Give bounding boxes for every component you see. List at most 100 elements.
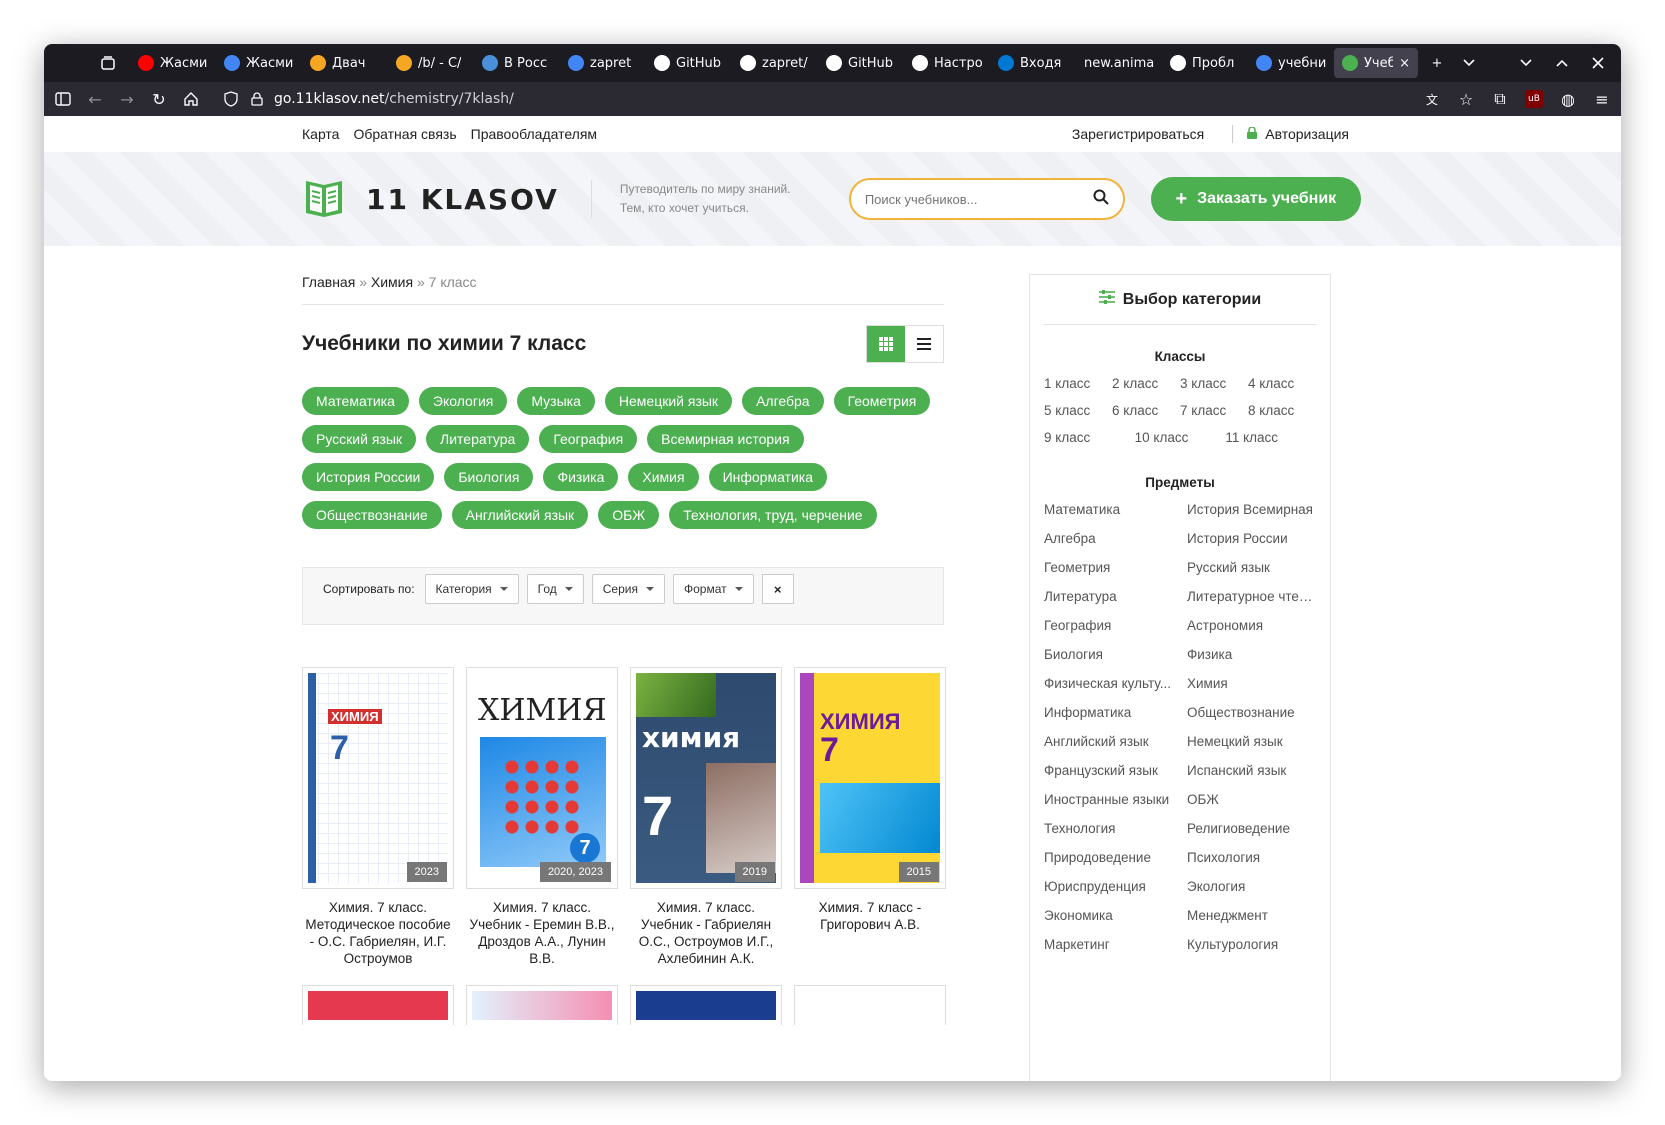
book-cover[interactable]: ХИМИЯ 7 2023 <box>302 667 454 889</box>
sort-format-dropdown[interactable]: Формат <box>672 574 754 604</box>
subject-tag[interactable]: Английский язык <box>451 501 589 529</box>
breadcrumb-home[interactable]: Главная <box>302 274 355 290</box>
subject-link[interactable]: Немецкий язык <box>1187 734 1317 749</box>
subject-tag[interactable]: Информатика <box>708 463 828 491</box>
subject-link[interactable]: Физика <box>1187 647 1317 662</box>
book-title[interactable]: Химия. 7 класс. Учебник - Габриелян О.С.… <box>630 899 782 967</box>
subject-link[interactable]: Русский язык <box>1187 560 1317 575</box>
globe-icon[interactable]: ◍ <box>1559 90 1577 109</box>
translate-icon[interactable]: 文 <box>1423 90 1441 108</box>
subject-link[interactable]: Юриспруденция <box>1044 879 1187 894</box>
book-cover[interactable]: ХИМИЯ 7 2020, 2023 <box>466 667 618 889</box>
subject-tag[interactable]: Геометрия <box>833 387 931 415</box>
class-link[interactable]: 1 класс <box>1044 376 1112 391</box>
book-card[interactable]: химия 7 2019 Химия. 7 класс. Учебник - Г… <box>630 667 782 967</box>
browser-tab[interactable]: GitHub <box>646 48 732 78</box>
class-link[interactable]: 3 класс <box>1180 376 1248 391</box>
sort-category-dropdown[interactable]: Категория <box>424 574 519 604</box>
subject-link[interactable]: Культурология <box>1187 937 1317 952</box>
sort-series-dropdown[interactable]: Серия <box>591 574 665 604</box>
menu-icon[interactable]: ≡ <box>1593 90 1611 109</box>
close-window-icon[interactable] <box>1589 54 1607 72</box>
subject-link[interactable]: Литературное чтен... <box>1187 589 1317 604</box>
subject-link[interactable]: Информатика <box>1044 705 1187 720</box>
subject-link[interactable]: Маркетинг <box>1044 937 1187 952</box>
subject-link[interactable]: Экономика <box>1044 908 1187 923</box>
forward-icon[interactable]: → <box>118 90 136 109</box>
book-title[interactable]: Химия. 7 класс. Методическое пособие - О… <box>302 899 454 967</box>
class-link[interactable]: 8 класс <box>1248 403 1316 418</box>
subject-link[interactable]: Литература <box>1044 589 1187 604</box>
site-logo[interactable]: 11 KLASOV <box>302 175 559 224</box>
browser-tab[interactable]: Жасми <box>216 48 302 78</box>
browser-tab[interactable]: Двач <box>302 48 388 78</box>
book-card[interactable]: ХИМИЯ 7 2020, 2023 Химия. 7 класс. Учебн… <box>466 667 618 967</box>
nav-link-rights[interactable]: Правообладателям <box>471 126 597 142</box>
subject-tag[interactable]: Литература <box>426 425 530 453</box>
clear-filters-button[interactable]: × <box>761 574 794 604</box>
class-link[interactable]: 2 класс <box>1112 376 1180 391</box>
maximize-icon[interactable] <box>1553 54 1571 72</box>
book-card[interactable]: ХИМИЯ 7 2015 Химия. 7 класс - Григорович… <box>794 667 946 967</box>
subject-tag[interactable]: Русский язык <box>302 425 417 453</box>
sidebar-toggle-icon[interactable] <box>54 90 72 108</box>
subject-tag[interactable]: География <box>539 425 638 453</box>
subject-tag[interactable]: Обществознание <box>302 501 442 529</box>
subject-tag[interactable]: Биология <box>444 463 534 491</box>
subject-link[interactable]: Экология <box>1187 879 1317 894</box>
subject-tag[interactable]: Немецкий язык <box>604 387 733 415</box>
subject-link[interactable]: История России <box>1187 531 1317 546</box>
subject-link[interactable]: Религиоведение <box>1187 821 1317 836</box>
book-card[interactable] <box>466 985 618 1025</box>
back-icon[interactable]: ← <box>86 90 104 109</box>
list-view-button[interactable] <box>905 326 943 362</box>
browser-tab[interactable]: GitHub <box>818 48 904 78</box>
subject-link[interactable]: ОБЖ <box>1187 792 1317 807</box>
minimize-icon[interactable] <box>1517 54 1535 72</box>
browser-tab[interactable]: /b/ - С/ <box>388 48 474 78</box>
subject-tag[interactable]: Экология <box>418 387 508 415</box>
sort-year-dropdown[interactable]: Год <box>526 574 584 604</box>
new-tab-icon[interactable]: + <box>1428 54 1446 72</box>
subject-link[interactable]: География <box>1044 618 1187 633</box>
browser-tab[interactable]: Пробл <box>1162 48 1248 78</box>
class-link[interactable]: 6 класс <box>1112 403 1180 418</box>
reload-icon[interactable]: ↻ <box>150 90 168 109</box>
browser-tab[interactable]: new.anima <box>1076 48 1162 78</box>
class-link[interactable]: 4 класс <box>1248 376 1316 391</box>
subject-link[interactable]: Испанский язык <box>1187 763 1317 778</box>
subject-link[interactable]: Иностранные языки <box>1044 792 1187 807</box>
subject-link[interactable]: Французский язык <box>1044 763 1187 778</box>
subject-link[interactable]: Алгебра <box>1044 531 1187 546</box>
subject-link[interactable]: Технология <box>1044 821 1187 836</box>
subject-tag[interactable]: Математика <box>302 387 409 415</box>
subject-link[interactable]: Физическая культу... <box>1044 676 1187 691</box>
search-icon[interactable] <box>1093 189 1109 210</box>
url-bar[interactable]: go.11klasov.net/chemistry/7klash/ <box>214 85 1409 113</box>
class-link[interactable]: 11 класс <box>1225 430 1316 445</box>
subject-link[interactable]: Астрономия <box>1187 618 1317 633</box>
close-tab-icon[interactable]: × <box>1399 56 1410 71</box>
register-link[interactable]: Зарегистрироваться <box>1072 126 1204 142</box>
subject-link[interactable]: Биология <box>1044 647 1187 662</box>
subject-tag[interactable]: Музыка <box>517 387 595 415</box>
browser-tab[interactable]: В Росс <box>474 48 560 78</box>
subject-link[interactable]: Психология <box>1187 850 1317 865</box>
subject-link[interactable]: Английский язык <box>1044 734 1187 749</box>
book-cover[interactable] <box>794 985 946 1025</box>
book-card[interactable] <box>302 985 454 1025</box>
subject-tag[interactable]: Химия <box>628 463 699 491</box>
subject-tag[interactable]: Физика <box>543 463 619 491</box>
book-card[interactable] <box>630 985 782 1025</box>
subject-link[interactable]: Менеджмент <box>1187 908 1317 923</box>
book-card[interactable]: ХИМИЯ 7 2023 Химия. 7 класс. Методическо… <box>302 667 454 967</box>
shield-icon[interactable] <box>222 90 240 108</box>
grid-view-button[interactable] <box>867 326 905 362</box>
home-icon[interactable] <box>182 90 200 108</box>
lock-icon[interactable] <box>248 90 266 108</box>
subject-tag[interactable]: ОБЖ <box>598 501 660 529</box>
ublock-icon[interactable]: uB <box>1525 90 1543 108</box>
subject-tag[interactable]: Технология, труд, черчение <box>669 501 877 529</box>
breadcrumb-category[interactable]: Химия <box>371 274 413 290</box>
book-card[interactable] <box>794 985 946 1025</box>
